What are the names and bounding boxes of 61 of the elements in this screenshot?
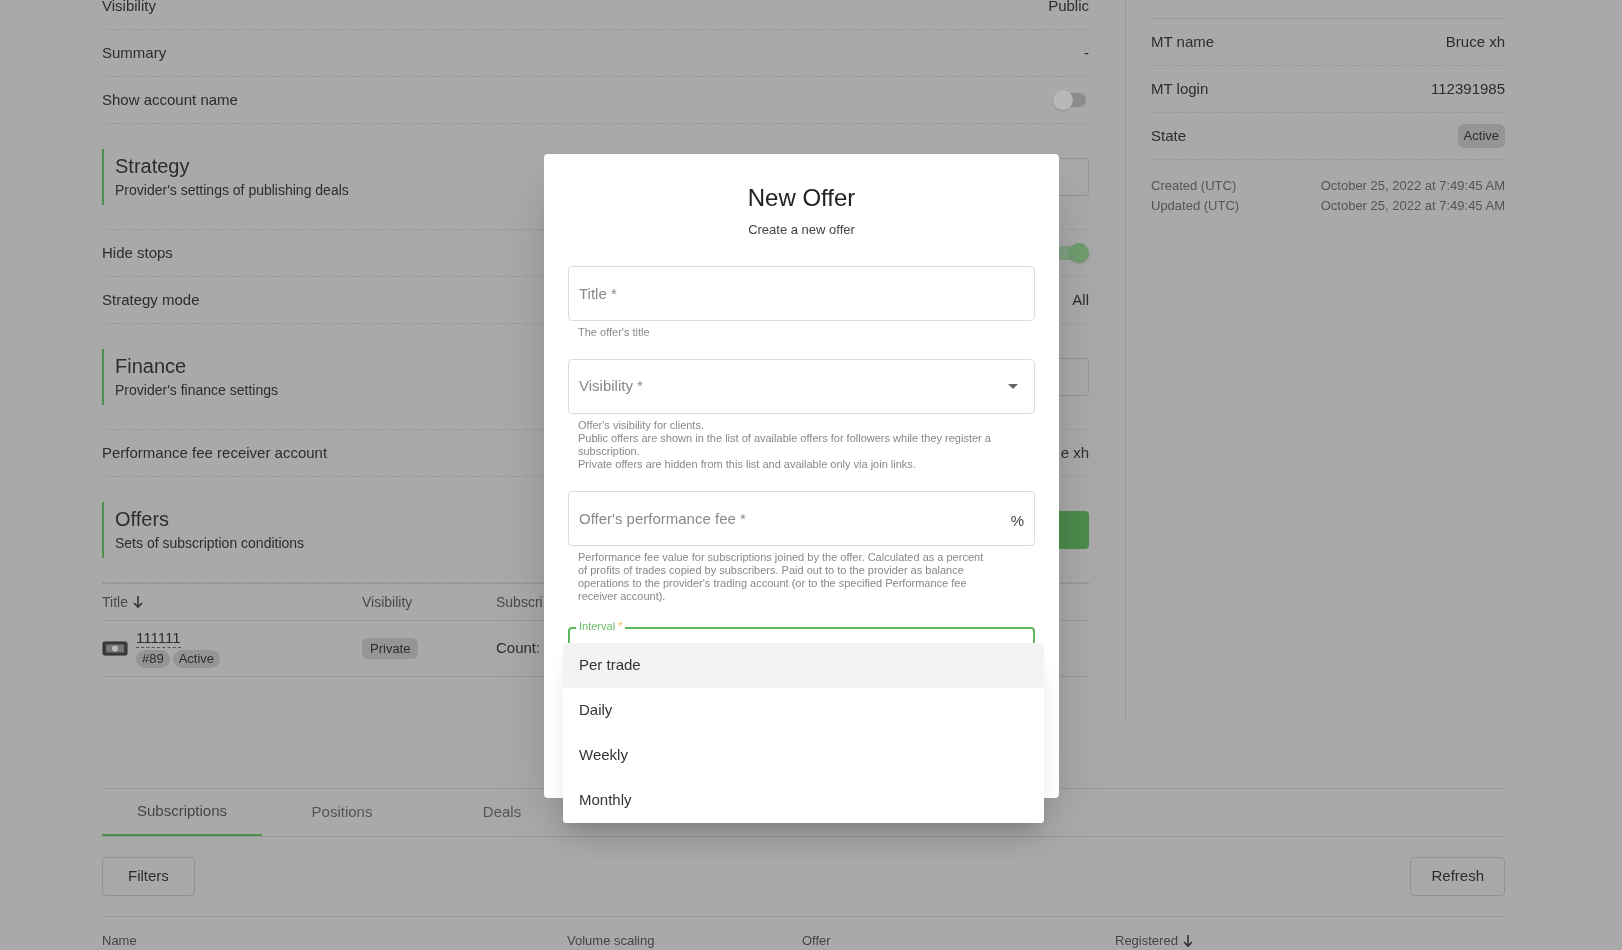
account-value: Bruce xh bbox=[1445, 31, 1505, 52]
date-value: October 25, 2022 at 7:49:45 AM bbox=[1320, 197, 1505, 214]
account-label: MT name bbox=[1151, 31, 1215, 52]
tab[interactable]: Subscriptions bbox=[102, 789, 262, 836]
percent-suffix: % bbox=[1010, 510, 1024, 531]
section-subtitle: Sets of subscription conditions bbox=[115, 534, 305, 553]
setting-label: Visibility bbox=[102, 0, 156, 16]
setting-value: - bbox=[1084, 42, 1089, 63]
field-label: Interval * bbox=[576, 619, 626, 633]
title-input[interactable]: Title * bbox=[568, 265, 1035, 321]
visibility-select[interactable]: Visibility * bbox=[568, 358, 1035, 414]
section-subtitle: Provider's settings of publishing deals bbox=[115, 181, 349, 200]
offer-number: #89 bbox=[136, 650, 170, 668]
sort-down-arrow-icon bbox=[1181, 933, 1194, 948]
section-subtitle: Provider's finance settings bbox=[115, 381, 278, 400]
account-value: 112391985 bbox=[1431, 78, 1505, 99]
setting-label: Performance fee receiver account bbox=[102, 442, 328, 463]
section-title: Strategy bbox=[115, 154, 191, 179]
dropdown-option[interactable]: Weekly bbox=[563, 733, 1044, 778]
visibility-badge: Private bbox=[362, 638, 419, 659]
dialog-subtitle: Create a new offer bbox=[748, 221, 855, 239]
helper-text: Offer's visibility for clients. bbox=[578, 418, 705, 432]
dropdown-option[interactable]: Per trade bbox=[563, 643, 1044, 688]
column-header[interactable]: Visibility bbox=[362, 591, 413, 613]
date-label: Created (UTC) bbox=[1151, 177, 1237, 194]
banknote-icon bbox=[102, 641, 128, 656]
sort-down-arrow-icon bbox=[131, 595, 144, 609]
subscriptions-count: Count: bbox=[496, 638, 541, 659]
column-header[interactable]: Title bbox=[102, 591, 144, 613]
column-header[interactable]: Subscri bbox=[496, 591, 543, 613]
date-label: Updated (UTC) bbox=[1151, 197, 1240, 214]
status-badge: Active bbox=[172, 650, 221, 668]
account-label: State bbox=[1151, 125, 1187, 146]
column-header[interactable]: Name bbox=[102, 931, 137, 950]
setting-value: Public bbox=[1048, 0, 1089, 16]
section-title: Offers bbox=[115, 507, 171, 532]
helper-text: Private offers are hidden from this list and available only via join links. bbox=[578, 457, 917, 471]
dropdown-option[interactable]: Monthly bbox=[563, 778, 1044, 823]
status-badge: Active bbox=[1457, 124, 1505, 148]
setting-label: Summary bbox=[102, 42, 167, 63]
dialog-title: New Offer bbox=[747, 183, 856, 213]
offer-title[interactable]: 111111 bbox=[136, 629, 181, 648]
setting-label: Hide stops bbox=[102, 242, 173, 263]
account-label: MT login bbox=[1151, 78, 1209, 99]
filters-button[interactable]: Filters bbox=[102, 857, 195, 896]
date-value: October 25, 2022 at 7:49:45 AM bbox=[1320, 177, 1505, 194]
column-header[interactable]: Volume scaling bbox=[567, 931, 655, 950]
helper-text: The offer's title bbox=[578, 325, 651, 339]
refresh-button[interactable]: Refresh bbox=[1410, 857, 1505, 896]
setting-value: All bbox=[1072, 289, 1089, 310]
helper-text: Public offers are shown in the list of available offers for followers while they register a subscription. bbox=[578, 431, 992, 458]
dropdown-caret-icon bbox=[1008, 383, 1018, 389]
setting-value: e xh bbox=[1060, 442, 1089, 463]
helper-text: Performance fee value for subscriptions joined by the offer. Calculated as a percent of profits of trades copied by subscribers. Paid out to to the provider as balance operations to the provider's trading account (or to the specified Performance fee receiver account). bbox=[578, 550, 985, 603]
setting-label: Show account name bbox=[102, 89, 238, 110]
section-title: Finance bbox=[115, 354, 188, 379]
column-header[interactable]: Offer bbox=[802, 931, 831, 950]
column-header[interactable]: Registered bbox=[1115, 931, 1194, 950]
setting-label: Strategy mode bbox=[102, 289, 200, 310]
tab[interactable]: Positions bbox=[262, 789, 422, 836]
dropdown-option[interactable]: Daily bbox=[563, 688, 1044, 733]
